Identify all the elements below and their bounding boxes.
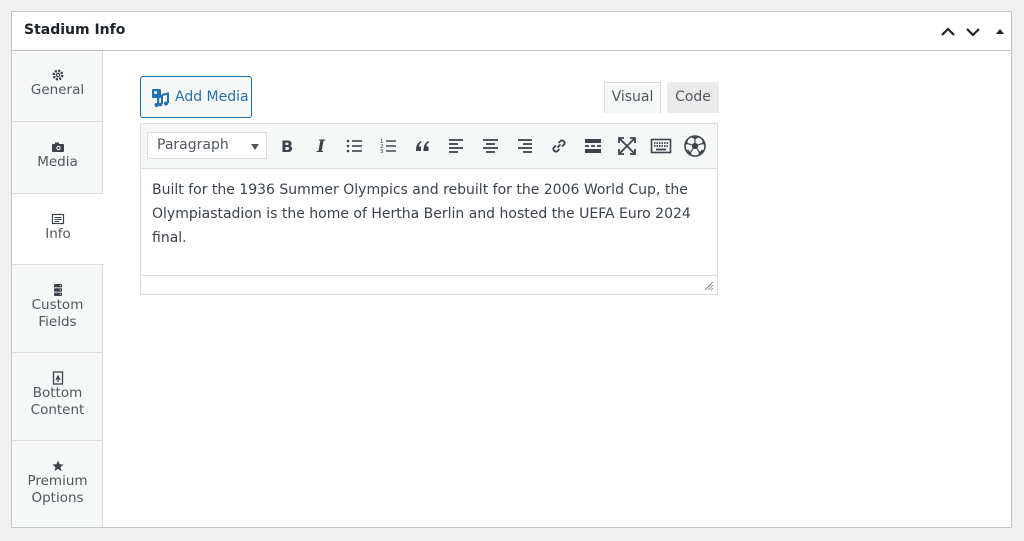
- align-center-button[interactable]: [479, 134, 503, 158]
- fullscreen-icon: [618, 137, 636, 155]
- italic-icon: I: [316, 137, 326, 157]
- sidebar-item-label: Custom Fields: [31, 297, 84, 330]
- sidebar-item-custom-fields[interactable]: Custom Fields: [12, 265, 103, 353]
- sidebar-item-media[interactable]: Media: [12, 122, 103, 194]
- add-media-label: Add Media: [175, 89, 249, 105]
- soccer-ball-button[interactable]: [683, 134, 707, 158]
- stadium-info-panel: Stadium Info General Media Info Custom F…: [11, 11, 1012, 528]
- sidebar-item-label: Premium Options: [27, 473, 88, 506]
- sidebar-item-info[interactable]: Info: [12, 194, 104, 265]
- toolbar-toggle-button[interactable]: [649, 134, 673, 158]
- svg-text:3: 3: [380, 149, 384, 155]
- editor-content[interactable]: Built for the 1936 Summer Olympics and r…: [152, 178, 707, 250]
- align-right-icon: [518, 139, 532, 153]
- resize-handle-icon[interactable]: [704, 281, 714, 291]
- blockquote-icon: [416, 141, 429, 151]
- editor-statusbar: [141, 275, 717, 294]
- fullscreen-button[interactable]: [615, 134, 639, 158]
- sidebar-item-general[interactable]: General: [12, 51, 103, 122]
- keyboard-icon: [650, 138, 672, 154]
- bold-icon: B: [281, 137, 293, 156]
- sidebar-item-bottom-content[interactable]: Bottom Content: [12, 353, 103, 441]
- panel-header: Stadium Info: [12, 12, 1011, 51]
- triangle-up-icon: [996, 29, 1004, 34]
- bullet-list-button[interactable]: [343, 134, 367, 158]
- sidebar-item-label: General: [30, 82, 85, 98]
- page-icon: [52, 371, 63, 385]
- numbered-list-button[interactable]: 1 2 3: [377, 134, 401, 158]
- svg-text:B: B: [281, 137, 293, 156]
- move-down-button[interactable]: [963, 22, 983, 42]
- format-select[interactable]: Paragraph: [147, 132, 267, 159]
- align-right-button[interactable]: [513, 134, 537, 158]
- sidebar-item-premium-options[interactable]: Premium Options: [12, 441, 103, 529]
- align-left-icon: [449, 139, 463, 153]
- bullet-list-icon: [346, 139, 362, 153]
- rich-text-editor: Paragraph B I 1 2 3 Built for the 1936 S…: [140, 123, 718, 295]
- read-more-icon: [585, 139, 601, 153]
- star-icon: [51, 460, 64, 472]
- blockquote-button[interactable]: [411, 134, 435, 158]
- sidebar: General Media Info Custom Fields Bottom …: [12, 51, 104, 529]
- link-icon: [552, 139, 566, 153]
- gear-icon: [52, 69, 63, 81]
- sidebar-item-label: Bottom Content: [30, 385, 85, 418]
- tab-code[interactable]: Code: [667, 82, 719, 113]
- bold-button[interactable]: B: [275, 134, 299, 158]
- tab-content-info: Add Media Visual Code Paragraph B I 1 2 …: [104, 51, 1011, 527]
- panel-title: Stadium Info: [24, 22, 126, 38]
- tab-visual[interactable]: Visual: [604, 82, 661, 113]
- toggle-panel-button[interactable]: [990, 22, 1010, 42]
- numbered-list-icon: 1 2 3: [380, 139, 396, 155]
- caret-down-icon: [251, 144, 259, 150]
- chevron-down-icon: [966, 28, 980, 37]
- soccer-ball-icon: [684, 135, 706, 157]
- format-select-value: Paragraph: [157, 137, 229, 153]
- sidebar-item-label: Media: [37, 154, 78, 170]
- svg-text:I: I: [316, 137, 326, 157]
- editor-toolbar: Paragraph B I 1 2 3: [141, 124, 717, 169]
- insert-link-button[interactable]: [547, 134, 571, 158]
- add-media-button[interactable]: Add Media: [140, 76, 252, 118]
- chevron-up-icon: [941, 27, 955, 36]
- database-icon: [53, 284, 62, 296]
- read-more-button[interactable]: [581, 134, 605, 158]
- align-center-icon: [483, 139, 498, 153]
- move-up-button[interactable]: [938, 22, 958, 42]
- sidebar-item-label: Info: [45, 226, 71, 242]
- camera-icon: [51, 142, 64, 152]
- italic-button[interactable]: I: [309, 134, 333, 158]
- text-page-icon: [51, 213, 65, 225]
- media-icon: [152, 89, 169, 107]
- align-left-button[interactable]: [445, 134, 469, 158]
